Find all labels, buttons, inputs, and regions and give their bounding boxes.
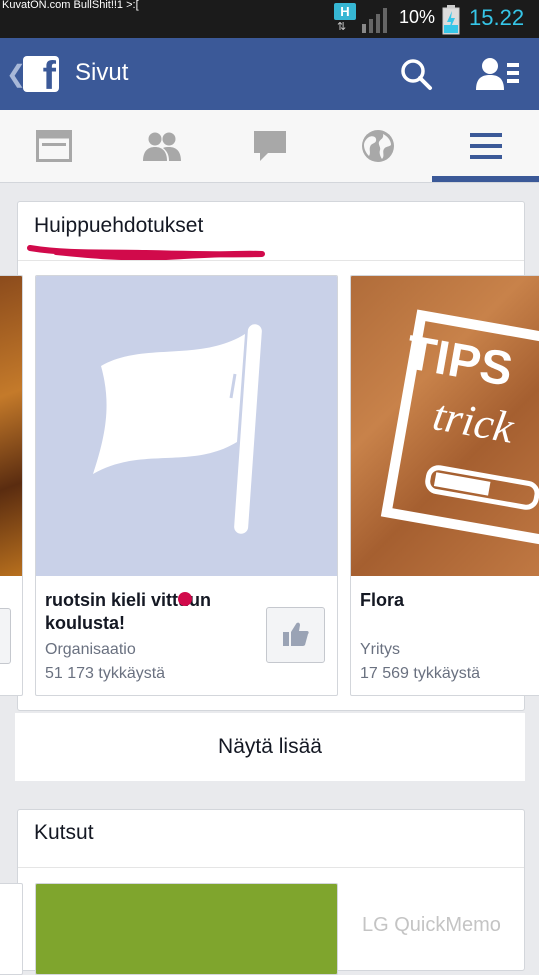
thumbs-up-icon [283,622,309,646]
card-divider [18,260,524,261]
menu-icon [470,133,502,159]
card-divider [18,867,524,868]
messages-icon [254,131,286,161]
feed-icon [36,130,72,162]
like-button-partial[interactable] [0,608,11,664]
flag-icon [93,324,262,534]
page-name[interactable]: ruotsin kieli vittuun koulusta! [45,589,260,635]
page-name[interactable]: Flora [360,589,404,612]
active-tab-indicator [432,176,539,182]
quickmemo-overlay: LG QuickMemo [362,914,501,936]
battery-percent: 10% [399,7,436,27]
tab-messages[interactable] [216,110,324,182]
search-icon[interactable] [398,56,434,92]
tab-bar [0,110,539,183]
app-bar: ❮ f Sivut [0,38,539,110]
logo-letter: f [42,56,56,92]
network-type-badge: H [334,3,356,20]
invite-card-partial[interactable] [0,883,23,975]
red-underline-annotation [27,245,265,261]
data-transfer-icon: ⇅ [337,20,347,33]
suggestions-title: Huippuehdotukset [34,214,204,237]
status-bar: KuvatON.com BullShit!!1 >:[ H ⇅ 10% 15.2… [0,0,539,38]
suggestion-card-partial[interactable] [0,275,23,696]
battery-charging-icon [442,5,460,35]
signal-strength-icon [362,8,387,33]
page-category: Yritys [360,641,400,658]
like-button[interactable] [266,607,325,663]
invite-card[interactable] [35,883,338,975]
page-likes: 17 569 tykkäystä [360,665,481,682]
page-likes: 51 173 tykkäystä [45,665,166,682]
page-title: Sivut [75,59,129,86]
clock: 15.22 [469,5,525,30]
page-image [0,276,22,576]
tab-notifications[interactable] [324,110,432,182]
page-image [36,276,337,576]
tab-news-feed[interactable] [0,110,108,182]
watermark-text: KuvatON.com BullShit!!1 >:[ [2,0,139,11]
friends-icon [143,132,181,161]
see-more-button[interactable]: Näytä lisää [15,713,525,781]
tab-friends[interactable] [108,110,216,182]
page-image: TIPS trick [351,276,539,576]
friend-requests-icon[interactable] [476,56,520,92]
suggestion-card[interactable]: ruotsin kieli vittuun koulusta! Organisa… [35,275,338,696]
red-dot-annotation [178,592,192,606]
page-image [36,884,337,974]
tab-more[interactable] [432,110,539,182]
suggestion-card[interactable]: TIPS trick Flora Yritys 17 569 tykkäystä [350,275,539,696]
page-category: Organisaatio [45,641,136,658]
globe-icon [362,130,394,162]
facebook-logo-icon[interactable]: f [23,56,59,92]
invites-title: Kutsut [34,821,94,844]
